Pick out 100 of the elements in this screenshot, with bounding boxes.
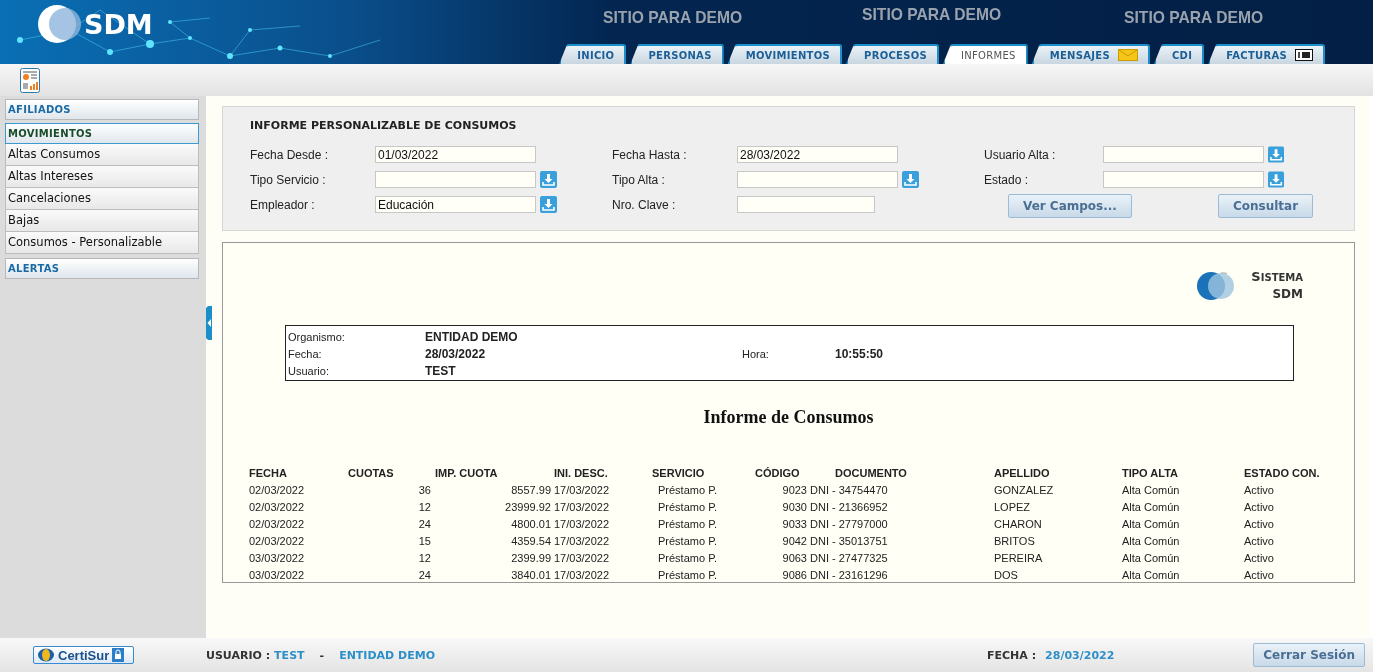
table-cell: 17/03/2022 [551,549,652,566]
table-cell: LOPEZ [994,498,1122,515]
download-icon[interactable] [1267,146,1284,163]
user-name: TEST [274,648,305,662]
input-field[interactable] [375,171,536,188]
action-button[interactable]: Consultar [1217,194,1314,218]
table-cell-text: 9033 [781,516,807,532]
info-value: ENTIDAD DEMO [425,329,519,344]
logout-button[interactable]: Cerrar Sesión [1253,643,1365,667]
field-label: Tipo Alta : [612,172,666,187]
input-field[interactable] [1102,146,1264,163]
date-value: 28/03/2022 [1045,648,1115,662]
table-cell: PEREIRA [994,549,1122,566]
table-cell: DNI - 34754470 [807,481,994,498]
nav-tab[interactable]: MOVIMIENTOS [727,44,842,64]
menu-section[interactable]: AFILIADOS [5,99,199,120]
column-header: SERVICIO [652,465,706,481]
globe-icon [37,648,55,662]
table-cell: Alta Común [1122,498,1244,515]
info-label: Usuario: [288,364,330,377]
lock-icon [112,648,125,662]
input-field[interactable] [737,196,875,213]
nav-tab[interactable]: INICIO [559,44,627,64]
table-cell-text: Activo [1244,550,1275,566]
menu-section[interactable]: ALERTAS [5,258,199,279]
banner-text: SITIO PARA DEMO [603,8,743,28]
info-value: TEST [425,363,457,378]
column-header: FECHA [249,465,288,481]
table-cell: DNI - 21366952 [807,498,994,515]
table-cell-text: 02/03/2022 [249,482,306,498]
table-cell: 2399.99 [431,549,551,566]
report-icon[interactable] [20,68,40,93]
banner-text: SITIO PARA DEMO [862,5,1002,25]
table-cell-text: 9023 [781,482,807,498]
field-label: Tipo Servicio : [250,172,327,187]
menu-item[interactable]: Bajas [5,210,199,232]
table-cell-text: Préstamo P. [657,499,719,515]
table-cell: DNI - 23161296 [807,566,994,582]
input-field[interactable] [1102,171,1264,188]
input-field[interactable]: 01/03/2022 [375,146,536,163]
field-label: Fecha Desde : [250,147,330,162]
menu-item[interactable]: Altas Intereses [5,166,199,188]
nav-tab[interactable]: FACTURAS [1208,44,1325,64]
table-cell: GONZALEZ [994,481,1122,498]
table-cell-text: Activo [1244,516,1275,532]
entity-name: ENTIDAD DEMO [339,648,435,662]
table-cell: DNI - 27797000 [807,515,994,532]
column-header: CUOTAS [347,465,395,481]
download-icon[interactable] [902,171,919,188]
menu-item[interactable]: Altas Consumos [5,144,199,166]
menu-item[interactable]: Consumos - Personalizable [5,232,199,254]
field-label: Nro. Clave : [612,197,677,212]
table-cell-text: Préstamo P. [657,550,719,566]
input-field[interactable] [737,171,898,188]
table-cell-text: Activo [1244,567,1275,582]
input-field[interactable]: Educación [375,196,536,213]
table-cell-text: 12 [417,550,431,566]
nav-tab[interactable]: CDI [1154,44,1205,64]
logo-text: SDM [84,8,153,40]
table-cell: 17/03/2022 [551,532,652,549]
table-cell: 17/03/2022 [551,498,652,515]
table-cell: Alta Común [1122,532,1244,549]
envelope-icon [1118,49,1138,61]
column-header: CÓDIGO [754,465,801,481]
banner-text: SITIO PARA DEMO [1124,8,1264,28]
table-cell-text: Préstamo P. [657,482,719,498]
download-icon[interactable] [540,196,557,213]
info-label: Fecha: [288,347,323,360]
nav-tab[interactable]: PROCESOS [846,44,940,64]
action-button[interactable]: Ver Campos... [1008,194,1132,218]
table-cell-text: 9042 [781,533,807,549]
nav-tab[interactable]: PERSONAS [630,44,724,64]
collapse-handle[interactable] [206,306,212,340]
table-cell-text: 9086 [781,567,807,582]
table-cell: Alta Común [1122,481,1244,498]
table-cell-text: Activo [1244,482,1275,498]
download-icon[interactable] [1267,171,1284,188]
table-cell-text: 02/03/2022 [249,499,306,515]
user-label: USUARIO : [206,648,271,662]
info-value: 28/03/2022 [425,346,487,361]
field-label: Fecha Hasta : [612,147,688,162]
input-field[interactable]: 28/03/2022 [737,146,898,163]
table-cell: 3840.01 [431,566,551,582]
table-cell: DNI - 35013751 [807,532,994,549]
column-header: DOCUMENTO [807,464,994,481]
download-icon[interactable] [540,171,557,188]
menu-item[interactable]: Cancelaciones [5,188,199,210]
table-cell: 23999.92 [431,498,551,515]
column-header: IMP. CUOTA [434,465,499,481]
table-cell: DOS [994,566,1122,582]
info-label: Hora: [742,347,770,360]
nav-tab[interactable]: INFORMES [943,44,1028,64]
table-cell-text: 12 [417,499,431,515]
table-cell-text: 24 [417,567,431,582]
table-cell: CHARON [994,515,1122,532]
nav-tab[interactable]: MENSAJES [1031,44,1150,64]
column-header: INI. DESC. [551,464,652,481]
separator-text: - [319,648,325,662]
table-cell-text: 03/03/2022 [249,550,306,566]
menu-section[interactable]: MOVIMIENTOS [5,123,199,144]
